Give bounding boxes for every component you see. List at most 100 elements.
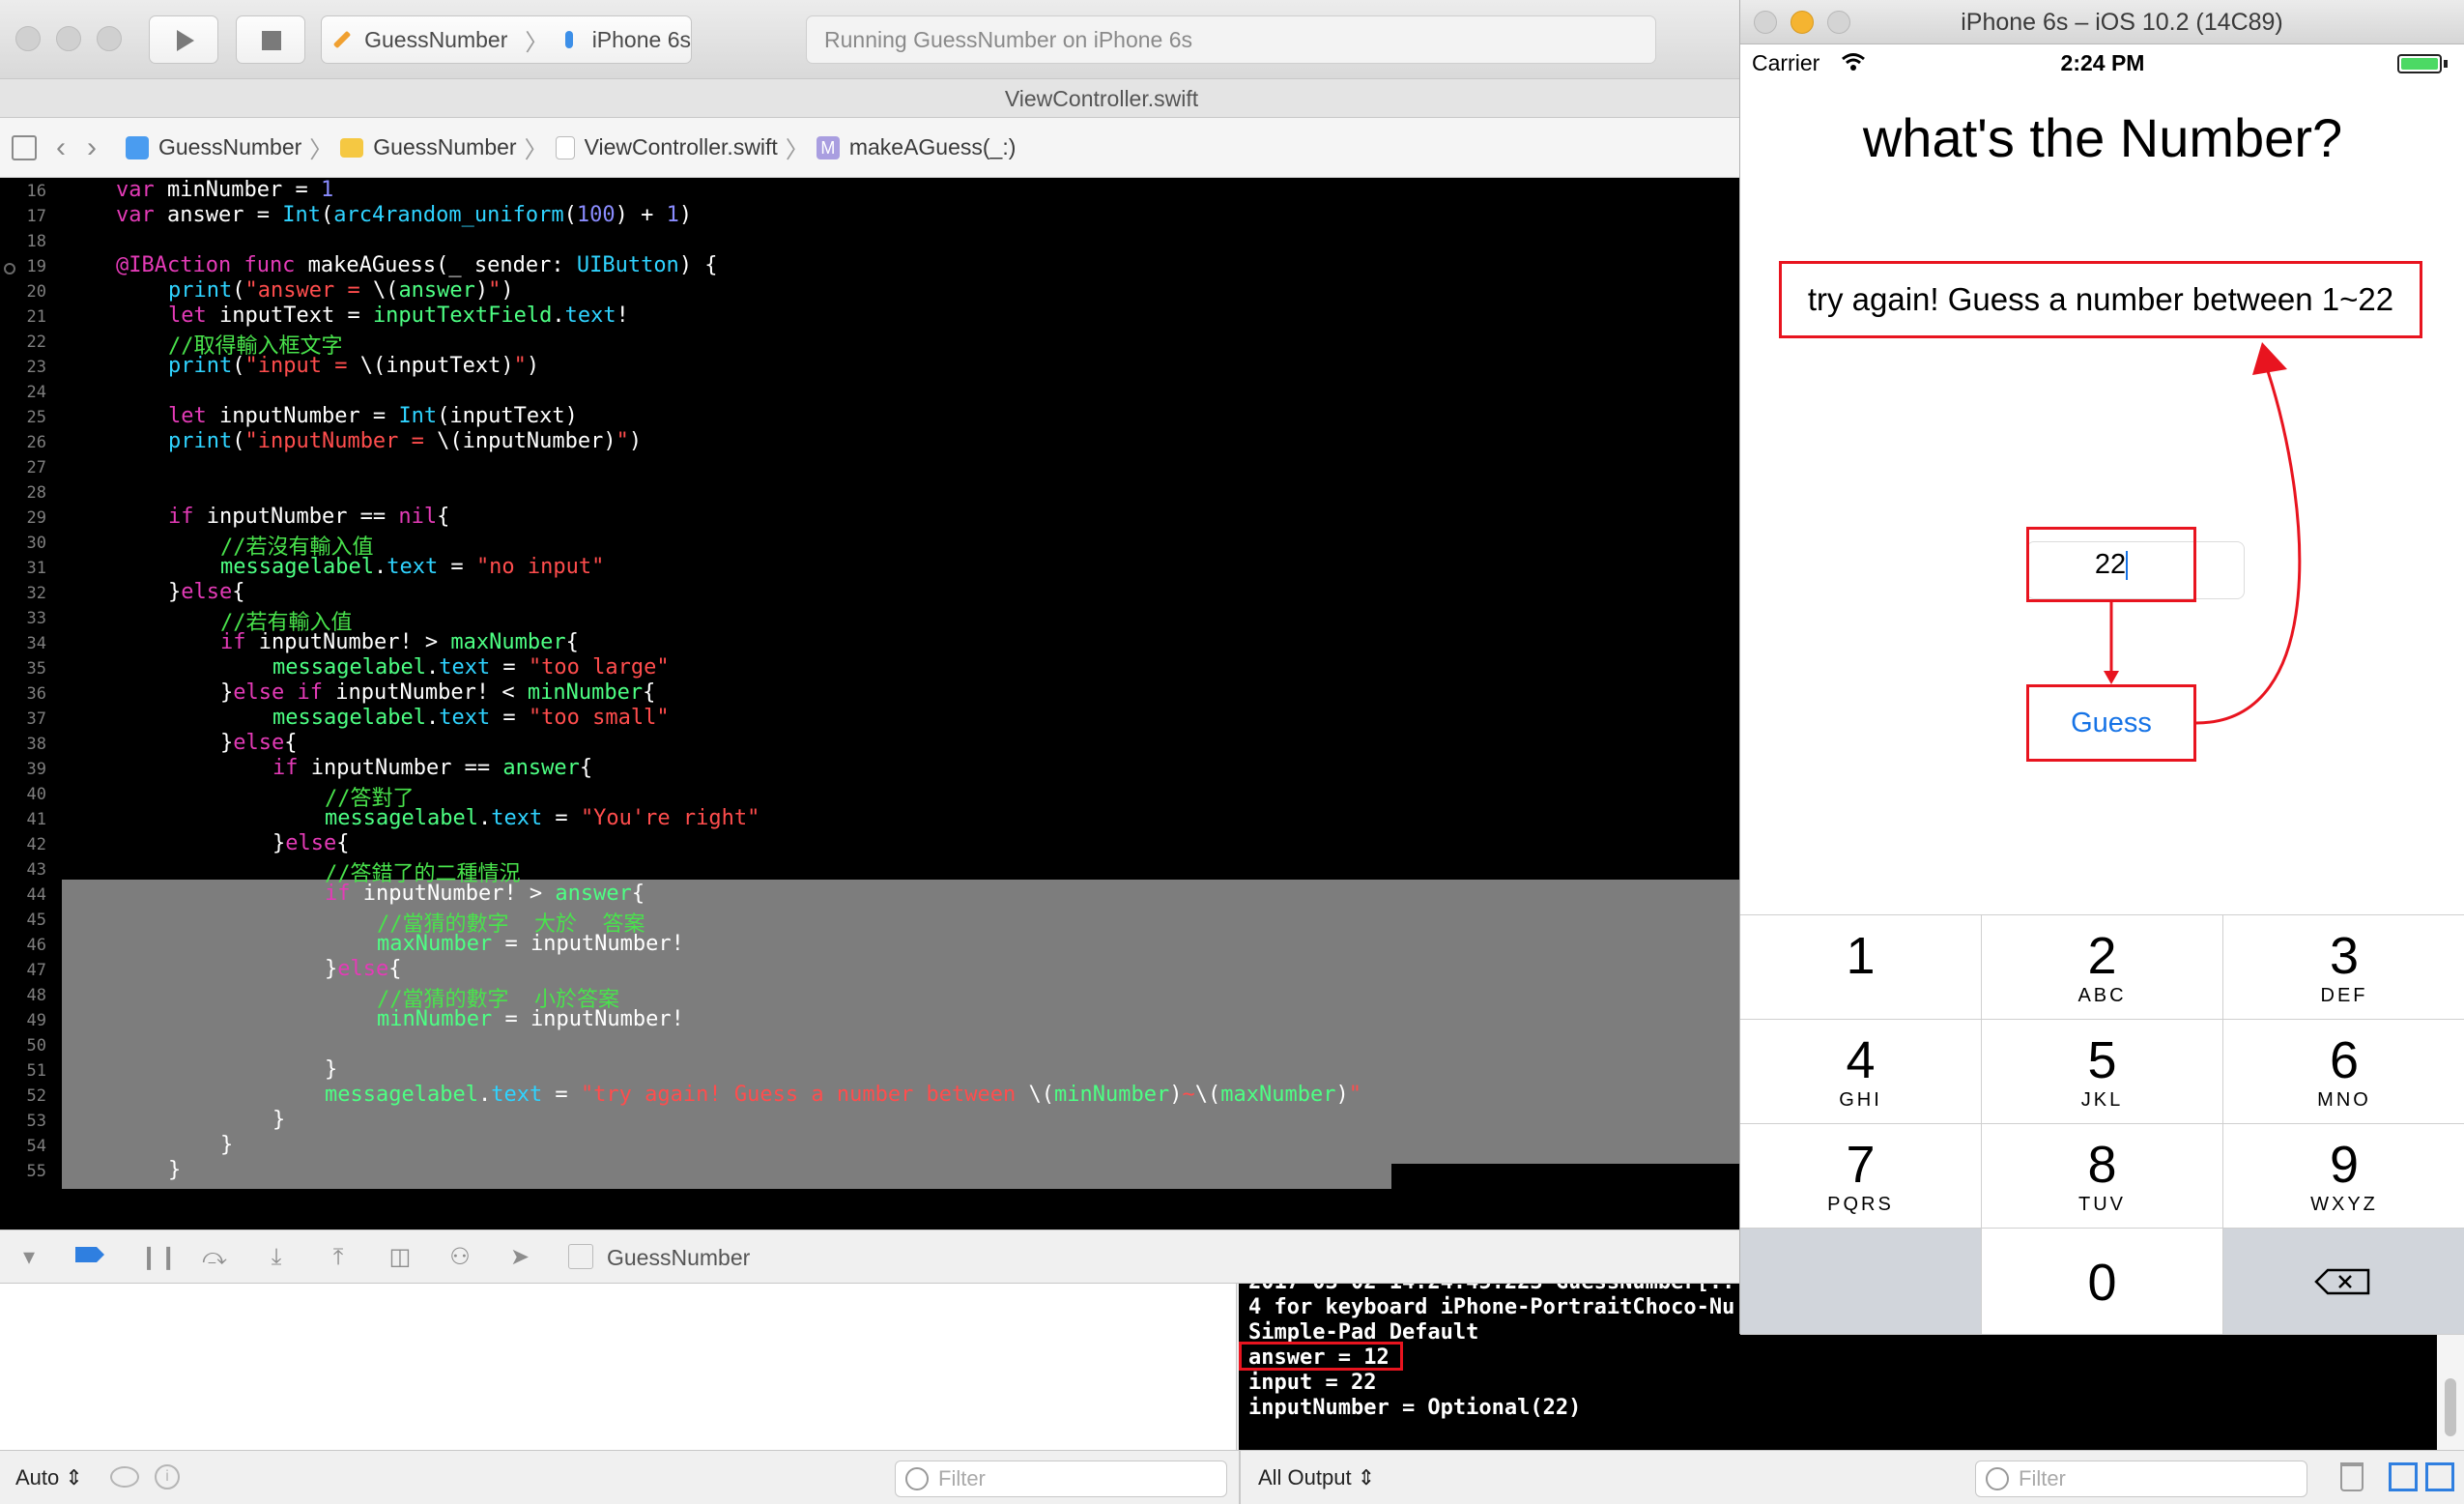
hide-debug-area-icon[interactable]: ▾ [15,1244,43,1271]
auto-variables-selector[interactable]: Auto ⇕ [15,1451,83,1504]
line-number: 26 [26,433,46,452]
code-line: if inputNumber! > maxNumber{ [220,630,579,654]
memory-graph-icon[interactable]: ⚇ [446,1244,473,1271]
ios-simulator-window: iPhone 6s – iOS 10.2 (14C89) Carrier 2:2… [1739,0,2464,1335]
window-close-button[interactable] [15,26,41,51]
variables-view[interactable] [0,1284,1237,1467]
chevron-right-icon: 〉 [525,29,549,56]
variables-filter-input[interactable]: Filter [895,1461,1227,1497]
key-6[interactable]: 6 MNO [2223,1020,2464,1124]
key-7[interactable]: 7 PQRS [1740,1124,1982,1229]
console-filter-input[interactable]: Filter [1975,1461,2307,1497]
line-number: 37 [26,709,46,729]
breadcrumb-group[interactable]: GuessNumber [373,134,516,160]
code-line: } [168,1158,182,1182]
console-scrollbar[interactable] [2437,1334,2464,1450]
scrollbar-thumb[interactable] [2445,1378,2456,1436]
output-selector[interactable]: All Output ⇕ [1258,1451,1375,1504]
line-number: 51 [26,1061,46,1081]
line-number: 30 [26,534,46,553]
code-line: messagelabel.text = "too large" [272,655,670,680]
eye-icon[interactable] [110,1466,139,1488]
filter-placeholder: Filter [938,1466,986,1490]
debug-target: GuessNumber [607,1245,751,1270]
delete-backspace-icon [2314,1268,2370,1295]
stop-button[interactable] [236,15,305,64]
simulate-location-icon[interactable]: ➤ [506,1244,533,1271]
target-icon [568,1244,593,1269]
delete-key[interactable] [2223,1229,2464,1335]
breakpoints-toggle-icon[interactable] [75,1244,104,1271]
breadcrumb-project[interactable]: GuessNumber [158,134,301,160]
code-line: maxNumber = inputNumber! [377,932,684,956]
line-number: 45 [26,911,46,930]
updown-chevron-icon: ⇕ [1357,1465,1376,1490]
show-variables-pane-icon[interactable] [2389,1462,2418,1491]
line-number: 31 [26,559,46,578]
key-1[interactable]: 1 [1740,915,1982,1020]
code-line: if inputNumber! > answer{ [325,882,645,906]
answer-highlight-box [1239,1342,1403,1371]
scheme-selector[interactable]: GuessNumber 〉 iPhone 6s [321,15,692,64]
key-3[interactable]: 3 DEF [2223,915,2464,1020]
key-8[interactable]: 8 TUV [1982,1124,2223,1229]
key-blank [1740,1229,1982,1335]
line-number: 17 [26,207,46,226]
code-line: print("input = \(inputText)") [168,354,540,378]
key-0[interactable]: 0 [1982,1229,2223,1335]
key-9[interactable]: 9 WXYZ [2223,1124,2464,1229]
trash-icon[interactable] [2340,1462,2364,1491]
code-line: messagelabel.text = "no input" [220,555,605,579]
method-icon: M [816,135,840,159]
console-line: 2017-03-02 14:24:45.223 GuessNumber[... [1248,1284,1748,1294]
line-number: 18 [26,232,46,251]
related-items-icon[interactable] [12,134,37,160]
step-over-icon[interactable]: ⤼ [201,1244,228,1271]
code-line: } [325,1057,338,1082]
info-icon[interactable]: i [155,1464,180,1490]
xcode-toolbar: GuessNumber 〉 iPhone 6s Running GuessNum… [0,0,1739,79]
show-console-pane-icon[interactable] [2425,1462,2454,1491]
console-filter-placeholder: Filter [2019,1466,2066,1490]
folder-icon [340,137,364,158]
window-minimize-button[interactable] [56,26,81,51]
console-line: 4 for keyboard iPhone-PortraitChoco-Nu [1248,1295,1735,1319]
back-arrow-icon[interactable]: ‹ [56,131,66,164]
annotation-arrows [2104,342,2302,725]
code-line: @IBAction func makeAGuess(_ sender: UIBu… [116,253,718,277]
console-line: input = 22 [1248,1371,1377,1395]
line-number: 41 [26,810,46,829]
key-5[interactable]: 5 JKL [1982,1020,2223,1124]
debug-bar: ▾ ❙❙ ⤼ ⤓ ⤒ ◫ ⚇ ➤ GuessNumber [0,1229,1739,1284]
pause-icon[interactable]: ❙❙ [139,1244,178,1271]
selection-highlight [62,1164,1391,1189]
code-editor[interactable]: 16 17 18 19 20 21 22 23 24 25 26 27 28 29 30 31 32 33 34 35… [0,178,1739,1229]
code-line: } [220,1133,234,1157]
step-out-icon[interactable]: ⤒ [325,1244,352,1271]
line-number: 21 [26,307,46,327]
line-number: 42 [26,835,46,854]
key-2[interactable]: 2 ABC [1982,915,2223,1020]
line-number: 50 [26,1036,46,1056]
view-hierarchy-icon[interactable]: ◫ [387,1244,414,1271]
window-zoom-button[interactable] [97,26,122,51]
line-number: 46 [26,936,46,955]
run-button[interactable] [149,15,218,64]
device-name: iPhone 6s [591,26,691,52]
breadcrumb-method[interactable]: makeAGuess(_:) [849,134,1017,160]
line-number: 33 [26,609,46,628]
line-number: 29 [26,508,46,528]
forward-arrow-icon[interactable]: › [87,131,97,164]
breadcrumb-file[interactable]: ViewController.swift [585,134,778,160]
line-number: 20 [26,282,46,302]
filter-icon [1986,1467,2009,1490]
device-icon [565,31,573,48]
chevron-right-icon: 〉 [785,137,809,163]
line-number: 27 [26,458,46,477]
line-number: 25 [26,408,46,427]
step-into-icon[interactable]: ⤓ [263,1244,290,1271]
divider [1239,1451,1241,1504]
key-4[interactable]: 4 GHI [1740,1020,1982,1124]
code-line: }else if inputNumber! < minNumber{ [220,680,656,705]
line-number: 24 [26,383,46,402]
